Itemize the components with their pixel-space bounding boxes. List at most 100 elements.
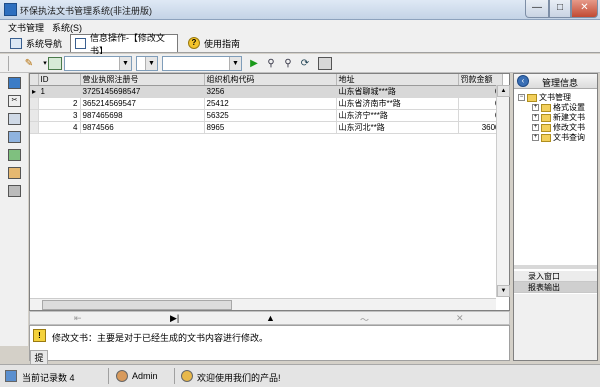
column-header[interactable]: ID [38, 74, 81, 86]
folder-icon [541, 103, 551, 112]
tab-label: 使用指南 [204, 38, 241, 49]
cell-org[interactable]: 3256 [204, 85, 337, 98]
cell-id[interactable]: 3 [38, 109, 81, 122]
expand-icon[interactable]: + [532, 104, 539, 112]
field-select[interactable]: ▼ [64, 56, 132, 71]
tab-user-guide[interactable]: ? 使用指南 [184, 34, 244, 52]
cell-reg[interactable]: 9874566 [80, 121, 205, 134]
table-row[interactable]: ▸ 1 3725145698547 3256 山东省聊城***路 0 [30, 85, 503, 98]
next-record-icon[interactable]: ▶| [170, 313, 179, 324]
settings-icon[interactable] [8, 167, 21, 179]
cell-reg[interactable]: 3725145698547 [80, 85, 205, 98]
chart-icon[interactable] [8, 149, 21, 161]
column-header[interactable]: 组织机构代码 [204, 74, 337, 86]
cell-org[interactable]: 8965 [204, 121, 337, 134]
cell-address[interactable]: 山东省聊城***路 [336, 85, 459, 98]
expand-icon[interactable]: + [532, 124, 539, 132]
tab-label: 系统导航 [26, 38, 63, 49]
app-icon [4, 3, 17, 16]
tree-label: 新建文书 [553, 113, 585, 122]
scroll-down-icon[interactable]: ▼ [497, 285, 510, 297]
navigation-icon [10, 37, 22, 49]
report-output-button[interactable]: 报表输出 [514, 282, 597, 293]
close-button[interactable]: ✕ [571, 0, 598, 18]
scroll-up-icon[interactable]: ▲ [497, 85, 510, 97]
find-icon[interactable]: ⚲ [264, 57, 278, 70]
maximize-button[interactable]: □ [549, 0, 571, 18]
status-divider [174, 368, 175, 384]
panel-splitter[interactable] [514, 265, 597, 269]
grid-view-icon[interactable] [8, 77, 21, 89]
horizontal-scrollbar[interactable] [30, 298, 496, 310]
user-icon [116, 370, 128, 382]
cell-id[interactable]: 1 [38, 85, 81, 98]
search-settings-icon[interactable] [48, 57, 62, 70]
table-row[interactable]: 4 9874566 8965 山东河北**路 3600 [30, 121, 503, 134]
cell-address[interactable]: 山东济宁***路 [336, 109, 459, 122]
expand-icon[interactable]: + [532, 134, 539, 142]
document-icon[interactable] [8, 131, 21, 143]
panel-header: ‹ 管理信息 [514, 74, 597, 89]
panel-empty-area [514, 294, 597, 360]
operator-select[interactable]: ▼ [136, 56, 158, 71]
cell-reg[interactable]: 365214569547 [80, 97, 205, 110]
folder-icon [541, 113, 551, 122]
cell-reg[interactable]: 987465698 [80, 109, 205, 122]
cell-id[interactable]: 2 [38, 97, 81, 110]
expand-icon[interactable]: + [532, 114, 539, 122]
row-indicator [30, 109, 39, 122]
toolbar: ✎ ▾ ▼ ▼ ▼ ▶ ⚲ ⚲ ⟳ [0, 54, 600, 73]
first-record-icon[interactable]: ⇤ [74, 313, 82, 324]
collapse-icon[interactable]: − [518, 94, 525, 102]
scissors-icon[interactable]: ✂ [8, 95, 21, 107]
tree-item-query[interactable]: + 文书查询 [532, 132, 585, 143]
cancel-record-icon[interactable]: ✕ [456, 313, 464, 324]
column-header[interactable]: 营业执照注册号 [80, 74, 205, 86]
chevron-down-icon: ▼ [229, 57, 241, 70]
cell-address[interactable]: 山东省济南市**路 [336, 97, 459, 110]
cell-org[interactable]: 56325 [204, 109, 337, 122]
column-header[interactable]: 罚款金额 [458, 74, 503, 86]
find-next-icon[interactable]: ⚲ [281, 57, 295, 70]
hint-text: 修改文书：主要是对于已经生成的文书内容进行修改。 [52, 333, 269, 343]
vertical-scrollbar[interactable]: ▲ ▼ [496, 85, 510, 297]
record-navigator: ⇤ ▶| ▲ 〜 ✕ [29, 311, 510, 325]
cell-address[interactable]: 山东河北**路 [336, 121, 459, 134]
tab-strip: 系统导航 信息操作-【修改文书】 ? 使用指南 [0, 33, 600, 56]
column-header[interactable]: 地址 [336, 74, 459, 86]
row-indicator [30, 121, 39, 134]
table-header-row: ID 营业执照注册号 组织机构代码 地址 罚款金额 [30, 74, 503, 86]
folder-icon [541, 133, 551, 142]
title-bar: 环保执法文书管理系统(非注册版) — □ ✕ [0, 0, 600, 20]
welcome-icon [181, 370, 193, 382]
minimize-button[interactable]: — [525, 0, 549, 18]
cell-id[interactable]: 4 [38, 121, 81, 134]
value-select[interactable]: ▼ [162, 56, 242, 71]
tree-label: 文书管理 [539, 93, 571, 102]
records-table: ID 营业执照注册号 组织机构代码 地址 罚款金额 ▸ 1 3725145698… [30, 74, 503, 134]
folder-icon [527, 93, 537, 102]
row-indicator [30, 97, 39, 110]
window-icon[interactable] [8, 113, 21, 125]
refresh-icon[interactable]: ⟳ [298, 57, 312, 70]
table-row[interactable]: 2 365214569547 25412 山东省济南市**路 0 [30, 97, 503, 110]
trash-icon[interactable] [8, 185, 21, 197]
welcome-message: 欢迎使用我们的产品! [197, 373, 281, 383]
back-icon[interactable]: ‹ [517, 75, 529, 87]
print-icon[interactable] [318, 57, 332, 70]
scroll-thumb[interactable] [42, 300, 232, 310]
toolbar-grip [8, 56, 9, 71]
management-panel: ‹ 管理信息 − 文书管理 + 格式设置 + 新建文书 + 修改文书 + 文书查询 录入窗… [513, 73, 598, 361]
tab-modify-document[interactable]: 信息操作-【修改文书】 [70, 33, 178, 56]
run-icon[interactable]: ▶ [247, 57, 261, 70]
record-count: 当前记录数 4 [22, 373, 75, 383]
table-row[interactable]: 3 987465698 56325 山东济宁***路 0 [30, 109, 503, 122]
insert-record-icon[interactable]: ▲ [266, 313, 275, 323]
panel-title: 管理信息 [542, 78, 579, 88]
entry-window-button[interactable]: 录入窗口 [514, 271, 597, 282]
pencil-icon[interactable]: ✎ [22, 57, 36, 70]
status-divider [108, 368, 109, 384]
cell-org[interactable]: 25412 [204, 97, 337, 110]
tab-system-navigation[interactable]: 系统导航 [6, 34, 66, 52]
status-bar: 当前记录数 4 Admin 欢迎使用我们的产品! [0, 364, 600, 387]
